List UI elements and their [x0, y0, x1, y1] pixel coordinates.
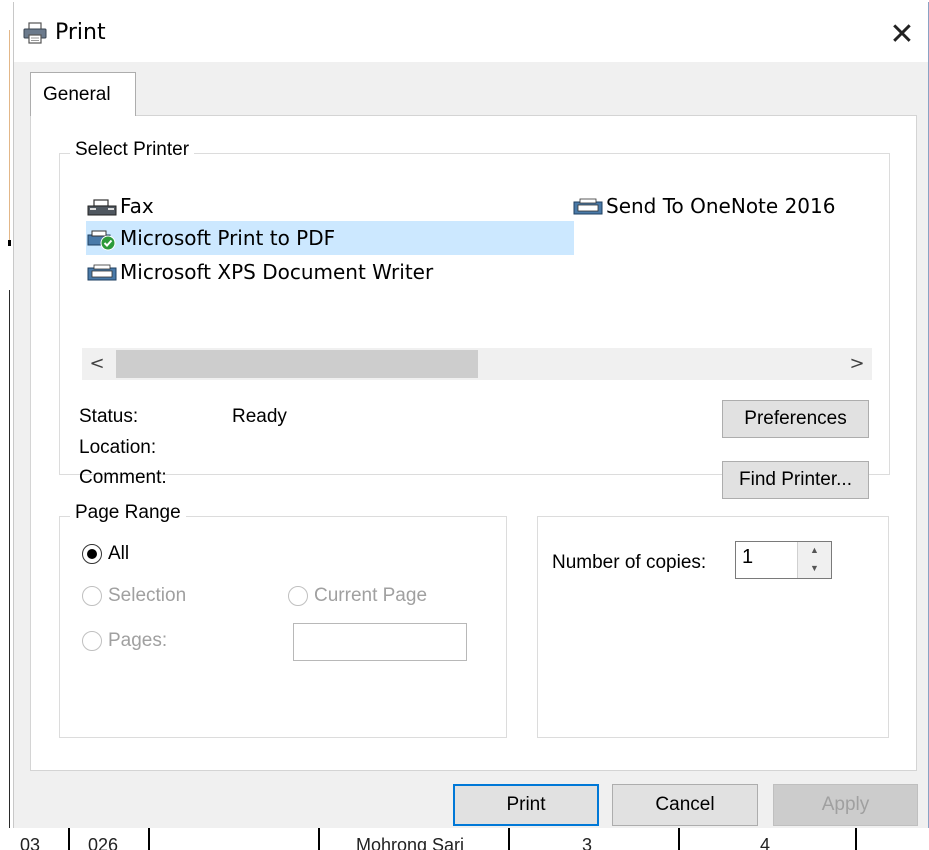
- select-printer-group: Select Printer Fax Microsoft Print to PD…: [59, 139, 890, 499]
- radio-pages[interactable]: Pages:: [82, 630, 167, 652]
- tab-general[interactable]: General: [30, 72, 136, 116]
- printer-label: Send To OneNote 2016: [606, 194, 836, 218]
- fax-icon: [87, 198, 117, 215]
- printer-list-horizontal-scrollbar[interactable]: < >: [82, 348, 872, 380]
- page-range-legend: Page Range: [70, 502, 186, 524]
- background-cell-separator: [68, 828, 70, 850]
- copies-value: 1: [742, 546, 754, 568]
- background-cell-separator: [855, 828, 857, 850]
- close-button[interactable]: ✕: [882, 14, 922, 54]
- background-divider: [9, 290, 10, 830]
- radio-circle: [82, 586, 102, 606]
- apply-button[interactable]: Apply: [773, 784, 918, 826]
- printer-label: Fax: [120, 194, 154, 218]
- copies-stepper[interactable]: 1 ▲ ▼: [735, 541, 832, 579]
- printer-item-fax[interactable]: Fax: [86, 189, 566, 223]
- stepper-up-icon[interactable]: ▲: [798, 542, 831, 560]
- number-of-copies-label: Number of copies:: [552, 552, 707, 573]
- page-range-group: Page Range All Selection Current Page Pa…: [59, 502, 507, 738]
- status-value: Ready: [232, 406, 287, 427]
- radio-selection-label: Selection: [108, 585, 187, 606]
- printer-icon: [23, 22, 47, 44]
- default-printer-icon: [87, 230, 116, 250]
- printer-label: Microsoft XPS Document Writer: [120, 260, 434, 284]
- printer-item-microsoft-xps-document-writer[interactable]: Microsoft XPS Document Writer: [86, 255, 566, 289]
- background-cell: 026: [88, 835, 119, 850]
- background-cell-separator: [148, 828, 150, 850]
- scroll-right-arrow-icon[interactable]: >: [842, 348, 872, 380]
- print-dialog: Print ✕ General Select Printer Fax Micro…: [13, 2, 929, 828]
- background-cell: 3: [582, 835, 593, 850]
- location-label: Location:: [79, 437, 157, 458]
- background-cell-separator: [318, 828, 320, 850]
- status-label: Status:: [79, 406, 139, 427]
- pages-input[interactable]: [293, 623, 467, 661]
- radio-pages-label: Pages:: [108, 630, 168, 651]
- stepper-arrows: ▲ ▼: [797, 542, 831, 578]
- stepper-down-icon[interactable]: ▼: [798, 560, 831, 578]
- select-printer-legend: Select Printer: [70, 139, 195, 161]
- printer-item-send-to-onenote-2016[interactable]: Send To OneNote 2016: [572, 189, 872, 223]
- title-bar: Print ✕: [14, 2, 928, 62]
- background-cell: 03: [20, 835, 41, 850]
- scrollbar-thumb[interactable]: [116, 350, 478, 378]
- background-cell-separator: [508, 828, 510, 850]
- radio-current-page-label: Current Page: [314, 585, 428, 606]
- radio-selection[interactable]: Selection: [82, 585, 186, 607]
- background-cell: 4: [760, 835, 771, 850]
- background-cell: Mohrong Sari: [356, 835, 465, 850]
- print-button[interactable]: Print: [453, 784, 599, 826]
- preferences-button[interactable]: Preferences: [722, 400, 869, 438]
- radio-circle: [82, 631, 102, 651]
- printer-icon: [87, 264, 117, 280]
- cancel-button[interactable]: Cancel: [612, 784, 758, 826]
- radio-circle: [82, 544, 102, 564]
- copies-group: Number of copies: 1 ▲ ▼: [537, 516, 889, 738]
- radio-all-label: All: [108, 543, 130, 564]
- radio-current-page[interactable]: Current Page: [288, 585, 427, 607]
- printer-label: Microsoft Print to PDF: [120, 226, 336, 250]
- window-title: Print: [55, 20, 106, 45]
- general-tab-panel: Select Printer Fax Microsoft Print to PD…: [30, 115, 917, 771]
- comment-label: Comment:: [79, 467, 167, 488]
- printer-item-microsoft-print-to-pdf[interactable]: Microsoft Print to PDF: [86, 221, 574, 255]
- radio-circle: [288, 586, 308, 606]
- radio-all[interactable]: All: [82, 543, 129, 565]
- background-cell-separator: [678, 828, 680, 850]
- background-window: [0, 0, 12, 850]
- printer-icon: [573, 198, 603, 214]
- close-icon: ✕: [889, 16, 915, 52]
- find-printer-button[interactable]: Find Printer...: [722, 461, 869, 499]
- scroll-left-arrow-icon[interactable]: <: [82, 348, 112, 380]
- background-divider: [8, 240, 11, 246]
- background-divider: [9, 30, 10, 240]
- background-table-row: 03 026 Mohrong Sari 3 4: [0, 828, 929, 850]
